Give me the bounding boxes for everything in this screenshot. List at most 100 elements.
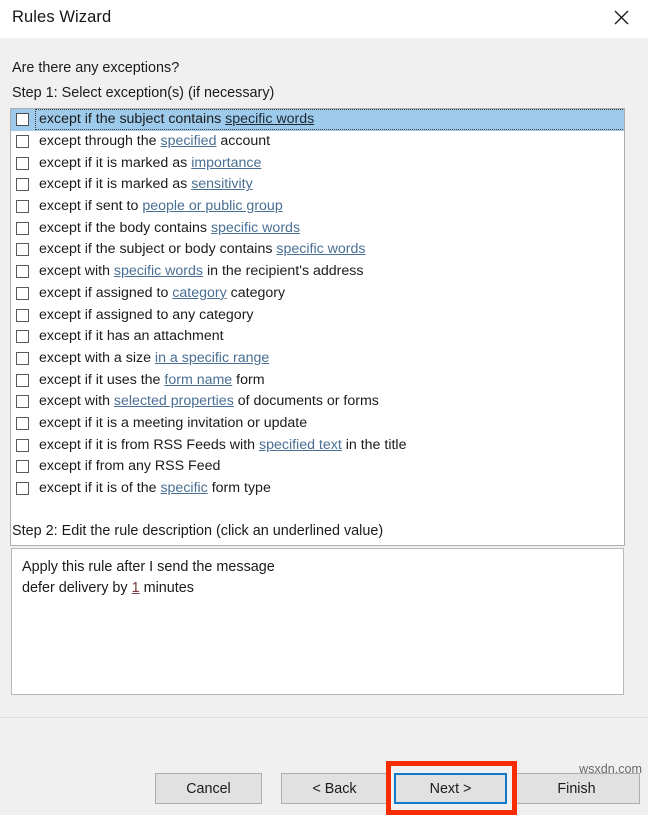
exception-text-part: except with: [39, 393, 114, 410]
exception-label: except if from any RSS Feed: [39, 457, 220, 476]
exception-label: except if the body contains specific wor…: [39, 219, 300, 238]
exception-checkbox[interactable]: [16, 438, 29, 452]
exception-checkbox[interactable]: [16, 221, 29, 235]
exception-row[interactable]: except with selected properties of docum…: [11, 391, 624, 413]
exception-row[interactable]: except if it is a meeting invitation or …: [11, 413, 624, 435]
exception-value-link[interactable]: specific words: [114, 263, 203, 279]
exception-text-part: except if it is of the: [39, 480, 161, 497]
rule-description-text-part: Apply this rule after I send the message: [22, 559, 275, 575]
exception-value-link[interactable]: in a specific range: [155, 350, 269, 366]
exception-value-link[interactable]: category: [172, 285, 226, 301]
finish-button[interactable]: Finish: [513, 773, 640, 804]
exception-checkbox[interactable]: [16, 482, 29, 496]
exception-checkbox[interactable]: [16, 373, 29, 387]
exception-value-link[interactable]: specified text: [259, 437, 342, 453]
exception-label-wrap: except with a size in a specific range: [36, 349, 624, 368]
exception-value-link[interactable]: importance: [191, 155, 261, 171]
exception-label-wrap: except if it is marked as sensitivity: [36, 175, 624, 194]
exception-row[interactable]: except with a size in a specific range: [11, 348, 624, 370]
close-window-button[interactable]: [599, 0, 643, 34]
exception-checkbox[interactable]: [16, 286, 29, 300]
exception-label-wrap: except if it is marked as importance: [36, 154, 624, 173]
exception-value-link[interactable]: form name: [164, 372, 232, 388]
exception-text-part: form: [232, 371, 265, 388]
exception-checkbox[interactable]: [16, 395, 29, 409]
exception-checkbox[interactable]: [16, 351, 29, 365]
exception-value-link[interactable]: specific words: [225, 111, 314, 127]
exception-checkbox[interactable]: [16, 265, 29, 279]
exception-label-wrap: except if the subject contains specific …: [35, 109, 624, 131]
exception-label: except if the subject contains specific …: [39, 110, 314, 129]
back-button[interactable]: < Back: [281, 773, 388, 804]
exception-label-wrap: except if it uses the form name form: [36, 371, 624, 390]
exception-text-part: except through the: [39, 133, 161, 150]
watermark-text: wsxdn.com: [579, 762, 642, 776]
exception-value-link[interactable]: specific words: [211, 220, 300, 236]
exception-text-part: except if it uses the: [39, 371, 165, 388]
cancel-button[interactable]: Cancel: [155, 773, 262, 804]
exception-label: except if it is marked as sensitivity: [39, 175, 253, 194]
rule-description-box[interactable]: Apply this rule after I send the message…: [11, 548, 624, 695]
exception-row[interactable]: except if the subject contains specific …: [11, 109, 624, 131]
exception-text-part: except if from any RSS Feed: [39, 458, 221, 475]
exception-checkbox[interactable]: [16, 416, 29, 430]
prompt-question: Are there any exceptions?: [12, 60, 180, 76]
exception-checkbox[interactable]: [16, 330, 29, 344]
exception-checkbox[interactable]: [16, 308, 29, 322]
exception-checkbox[interactable]: [16, 135, 29, 149]
exception-value-link[interactable]: sensitivity: [191, 176, 253, 192]
exception-text-part: except with a size: [39, 349, 155, 366]
exception-value-link[interactable]: selected properties: [114, 393, 234, 409]
exception-row[interactable]: except if it has an attachment: [11, 326, 624, 348]
exception-text-part: category: [226, 284, 286, 301]
exception-row[interactable]: except if the body contains specific wor…: [11, 217, 624, 239]
exception-value-link[interactable]: specific: [160, 480, 207, 496]
exceptions-listbox[interactable]: except if the subject contains specific …: [10, 108, 625, 546]
exception-label-wrap: except if it is of the specific form typ…: [36, 479, 624, 498]
exception-text-part: of documents or forms: [233, 393, 379, 410]
exception-label-wrap: except if the subject or body contains s…: [36, 240, 624, 259]
exception-checkbox[interactable]: [16, 460, 29, 474]
exception-row[interactable]: except if from any RSS Feed: [11, 456, 624, 478]
exception-checkbox[interactable]: [16, 156, 29, 170]
dialog-body: Are there any exceptions? Step 1: Select…: [0, 38, 648, 815]
exception-label: except if assigned to category category: [39, 284, 285, 303]
exception-label: except if sent to people or public group: [39, 197, 283, 216]
exception-checkbox[interactable]: [16, 113, 29, 127]
step2-label: Step 2: Edit the rule description (click…: [12, 523, 384, 539]
exception-row[interactable]: except with specific words in the recipi…: [11, 261, 624, 283]
window-titlebar: Rules Wizard: [0, 0, 648, 38]
exception-label: except if it has an attachment: [39, 327, 224, 346]
rule-description-text-part: minutes: [139, 580, 194, 596]
exception-row[interactable]: except if it is from RSS Feeds with spec…: [11, 434, 624, 456]
exception-text-part: except if the body contains: [39, 219, 211, 236]
exception-value-link[interactable]: people or public group: [142, 198, 282, 214]
exception-row[interactable]: except if it is marked as sensitivity: [11, 174, 624, 196]
rule-description-value-link[interactable]: 1: [132, 580, 140, 596]
close-icon: [614, 10, 629, 25]
exception-label-wrap: except if the body contains specific wor…: [36, 219, 624, 238]
exception-row[interactable]: except if assigned to category category: [11, 283, 624, 305]
exception-row[interactable]: except if sent to people or public group: [11, 196, 624, 218]
exception-value-link[interactable]: specified: [160, 133, 216, 149]
next-button[interactable]: Next >: [394, 773, 507, 804]
exception-label-wrap: except if assigned to category category: [36, 284, 624, 303]
window-title: Rules Wizard: [12, 8, 112, 26]
exception-row[interactable]: except if the subject or body contains s…: [11, 239, 624, 261]
exception-checkbox[interactable]: [16, 178, 29, 192]
exception-row[interactable]: except through the specified account: [11, 131, 624, 153]
exception-label-wrap: except if it is from RSS Feeds with spec…: [36, 436, 624, 455]
exception-row[interactable]: except if it is of the specific form typ…: [11, 478, 624, 500]
exception-label: except through the specified account: [39, 132, 270, 151]
exception-text-part: except if it is marked as: [39, 154, 192, 171]
exception-text-part: except if sent to: [39, 198, 143, 215]
rule-description-line: Apply this rule after I send the message: [22, 557, 613, 578]
exception-label-wrap: except with selected properties of docum…: [36, 392, 624, 411]
exception-text-part: except if it is a meeting invitation or …: [39, 414, 308, 431]
exception-row[interactable]: except if it uses the form name form: [11, 369, 624, 391]
exception-row[interactable]: except if it is marked as importance: [11, 152, 624, 174]
exception-checkbox[interactable]: [16, 243, 29, 257]
exception-value-link[interactable]: specific words: [276, 241, 365, 257]
exception-row[interactable]: except if assigned to any category: [11, 304, 624, 326]
exception-checkbox[interactable]: [16, 200, 29, 214]
